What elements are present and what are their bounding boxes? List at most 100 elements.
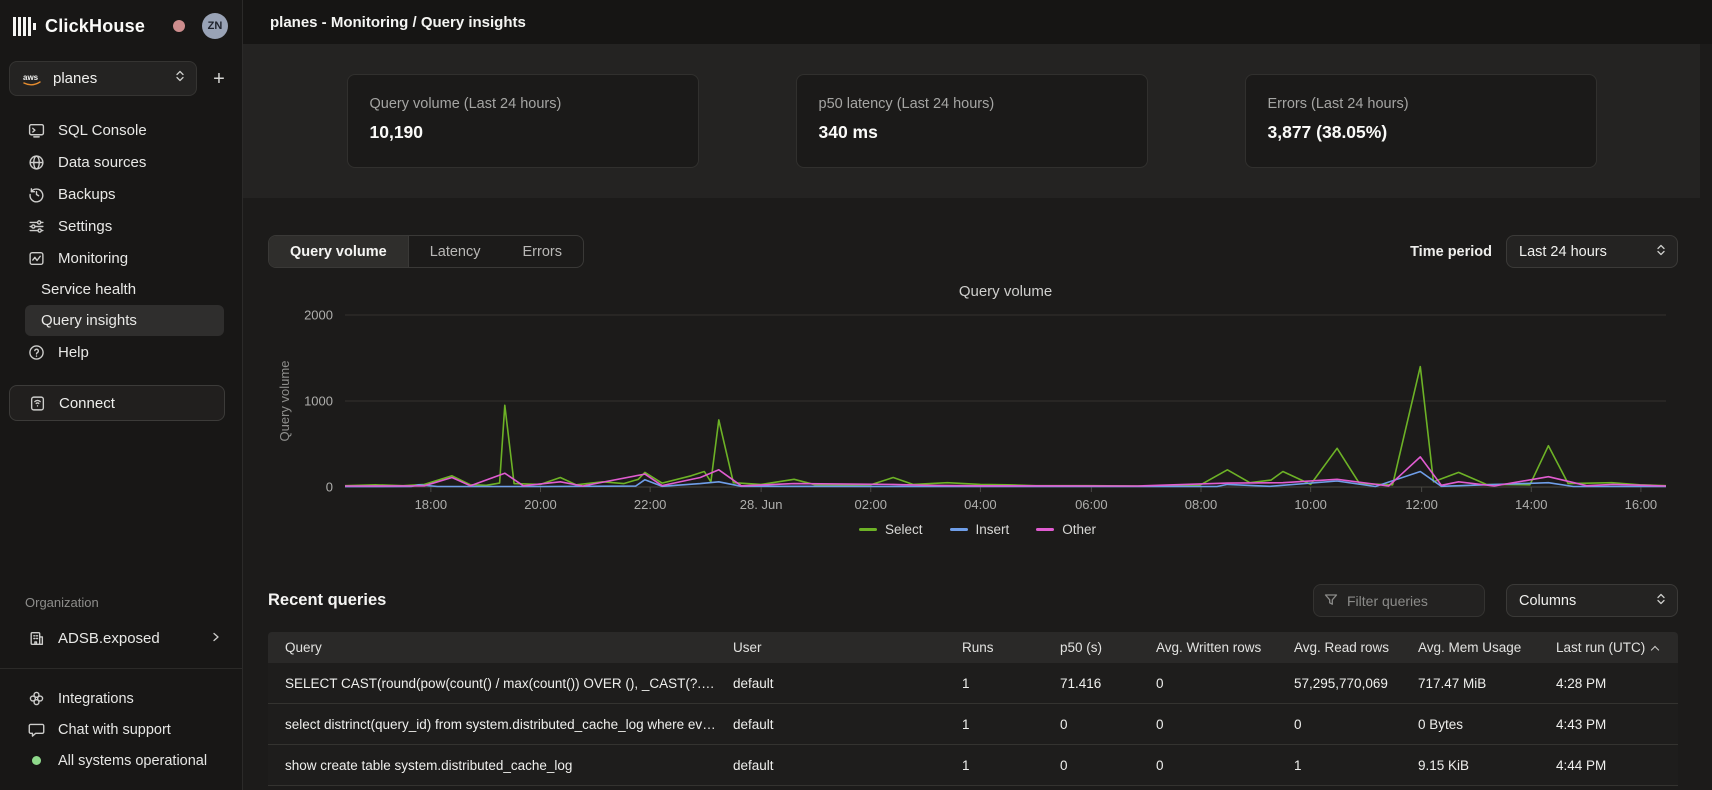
stat-value: 10,190 — [370, 122, 676, 143]
column-header-runs[interactable]: Runs — [945, 640, 1043, 655]
legend-item-select[interactable]: Select — [859, 522, 923, 537]
legend-item-other[interactable]: Other — [1036, 522, 1096, 537]
x-tick-label: 04:00 — [964, 497, 997, 512]
tab-latency[interactable]: Latency — [409, 236, 502, 267]
brand-row: ClickHouse ZN — [0, 0, 242, 49]
recent-queries-header: Recent queries Columns — [243, 583, 1712, 618]
sidebar-item-label: Query insights — [41, 312, 137, 329]
column-header-user[interactable]: User — [716, 640, 945, 655]
column-header-p50[interactable]: p50 (s) — [1043, 640, 1139, 655]
cell-avg-mem: 9.15 KiB — [1401, 758, 1539, 773]
sidebar-item-service-health[interactable]: Service health — [25, 274, 224, 305]
sidebar-item-label: Help — [58, 344, 89, 361]
chart-legend: Select Insert Other — [243, 519, 1712, 539]
column-header-avg-read[interactable]: Avg. Read rows — [1277, 640, 1401, 655]
footer-item-label: Integrations — [58, 691, 134, 707]
sidebar-item-monitoring[interactable]: Monitoring — [0, 242, 242, 274]
topbar: planes - Monitoring / Query insights — [243, 0, 1712, 44]
column-header-last-run[interactable]: Last run (UTC) — [1539, 640, 1678, 655]
x-tick-label: 22:00 — [634, 497, 667, 512]
x-tick-label: 20:00 — [524, 497, 557, 512]
cell-avg-read: 1 — [1277, 758, 1401, 773]
sidebar-nav: SQL Console Data sources Backups Setting… — [0, 114, 242, 368]
y-tick-label: 2000 — [304, 308, 333, 323]
svg-text:aws: aws — [23, 73, 39, 82]
cell-query: SELECT CAST(round(pow(count() / max(coun… — [268, 676, 716, 691]
legend-label: Other — [1062, 522, 1096, 537]
clickhouse-logo-icon — [13, 16, 36, 36]
stat-label: Errors (Last 24 hours) — [1268, 96, 1574, 112]
footer-item-label: Chat with support — [58, 722, 171, 738]
column-header-avg-mem[interactable]: Avg. Mem Usage — [1401, 640, 1539, 655]
add-service-button[interactable]: + — [206, 66, 232, 92]
y-tick-label: 1000 — [304, 394, 333, 409]
stat-value: 340 ms — [819, 122, 1125, 143]
table-row[interactable]: SELECT CAST(round(pow(count() / max(coun… — [268, 663, 1678, 704]
sidebar-item-label: SQL Console — [58, 122, 147, 139]
chevron-updown-icon — [174, 69, 186, 88]
connect-button[interactable]: Connect — [9, 385, 225, 421]
cell-avg-mem: 717.47 MiB — [1401, 676, 1539, 691]
columns-select[interactable]: Columns — [1506, 584, 1678, 617]
service-selector[interactable]: aws planes — [9, 61, 197, 96]
sidebar-item-integrations[interactable]: Integrations — [0, 683, 242, 714]
app-window: ClickHouse ZN aws planes + SQL Console — [0, 0, 1712, 790]
cell-query: select distrinct(query_id) from system.d… — [268, 717, 716, 732]
organization-name: ADSB.exposed — [58, 630, 160, 647]
integrations-icon — [28, 690, 45, 707]
notification-dot[interactable] — [173, 20, 185, 32]
stat-value: 3,877 (38.05%) — [1268, 122, 1574, 143]
stat-label: p50 latency (Last 24 hours) — [819, 96, 1125, 112]
sidebar-item-settings[interactable]: Settings — [0, 210, 242, 242]
sidebar-item-help[interactable]: Help — [0, 336, 242, 368]
sidebar-item-query-insights[interactable]: Query insights — [25, 305, 224, 336]
organization-label: Organization — [0, 595, 242, 610]
y-axis-title: Query volume — [277, 361, 292, 442]
organization-icon — [28, 630, 45, 647]
cell-last-run: 4:44 PM — [1539, 758, 1678, 773]
time-period-select[interactable]: Last 24 hours — [1506, 235, 1678, 268]
insert-series-swatch — [950, 528, 968, 531]
select-series-swatch — [859, 528, 877, 531]
x-tick-label: 10:00 — [1294, 497, 1327, 512]
stat-card-query-volume: Query volume (Last 24 hours) 10,190 — [347, 74, 699, 168]
x-tick-label: 14:00 — [1515, 497, 1548, 512]
sql-console-icon — [28, 122, 45, 139]
table-row[interactable]: show create table system.distributed_cac… — [268, 745, 1678, 786]
sidebar-item-backups[interactable]: Backups — [0, 178, 242, 210]
sidebar-item-label: Backups — [58, 186, 116, 203]
sidebar-item-label: Service health — [41, 281, 136, 298]
table-header-row: Query User Runs p50 (s) Avg. Written row… — [268, 632, 1678, 663]
recent-queries-title: Recent queries — [268, 591, 386, 610]
cell-runs: 1 — [945, 758, 1043, 773]
sidebar-spacer — [0, 421, 242, 595]
system-status-item[interactable]: All systems operational — [0, 745, 242, 776]
sidebar-item-data-sources[interactable]: Data sources — [0, 146, 242, 178]
tab-query-volume[interactable]: Query volume — [269, 236, 409, 267]
cell-user: default — [716, 676, 945, 691]
legend-item-insert[interactable]: Insert — [950, 522, 1010, 537]
tab-errors[interactable]: Errors — [502, 236, 583, 267]
content: Query volume Latency Errors Time period … — [243, 198, 1712, 790]
filter-queries-control — [1313, 584, 1485, 617]
data-sources-icon — [28, 154, 45, 171]
cell-avg-written: 0 — [1139, 758, 1277, 773]
cell-runs: 1 — [945, 717, 1043, 732]
cell-last-run: 4:43 PM — [1539, 717, 1678, 732]
table-row[interactable]: select distrinct(query_id) from system.d… — [268, 704, 1678, 745]
filter-queries-input[interactable] — [1313, 584, 1485, 617]
main-area: planes - Monitoring / Query insights Que… — [243, 0, 1712, 790]
column-header-avg-written[interactable]: Avg. Written rows — [1139, 640, 1277, 655]
stat-card-p50-latency: p50 latency (Last 24 hours) 340 ms — [796, 74, 1148, 168]
sidebar-item-sql-console[interactable]: SQL Console — [0, 114, 242, 146]
sidebar-item-chat-support[interactable]: Chat with support — [0, 714, 242, 745]
organization-item[interactable]: ADSB.exposed — [0, 622, 242, 654]
avatar[interactable]: ZN — [202, 13, 228, 39]
status-ok-icon — [32, 756, 41, 765]
sidebar-item-label: Data sources — [58, 154, 146, 171]
column-header-query[interactable]: Query — [268, 640, 716, 655]
cell-avg-read: 57,295,770,069 — [1277, 676, 1401, 691]
x-tick-label: 02:00 — [854, 497, 887, 512]
stat-label: Query volume (Last 24 hours) — [370, 96, 676, 112]
cell-runs: 1 — [945, 676, 1043, 691]
